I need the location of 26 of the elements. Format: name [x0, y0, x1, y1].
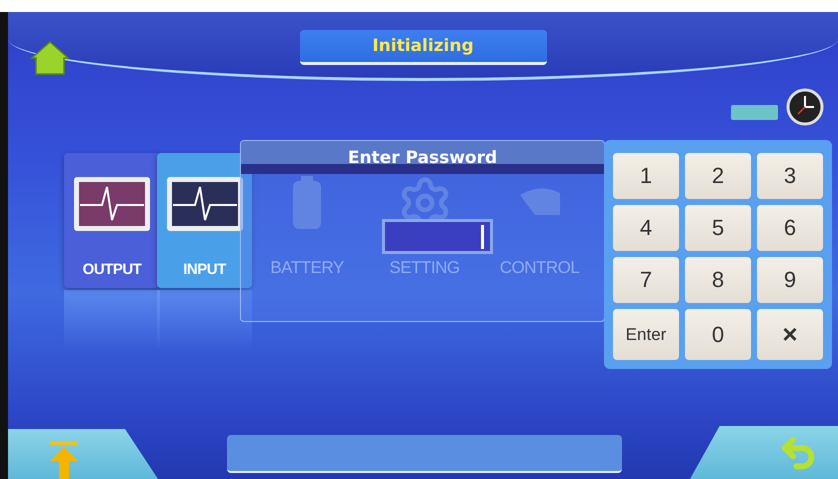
digit-key[interactable]: 7	[613, 257, 679, 303]
clear-key[interactable]: ×	[757, 309, 823, 360]
upload-button[interactable]	[8, 429, 158, 479]
menu-label: BATTERY	[270, 258, 344, 278]
password-field[interactable]	[382, 219, 493, 254]
digit-key[interactable]: 4	[613, 205, 679, 251]
digit-key[interactable]: 3	[757, 153, 823, 199]
digit-key[interactable]: 0	[685, 309, 751, 360]
back-button[interactable]	[690, 426, 838, 479]
battery-icon	[291, 175, 323, 231]
digit-key[interactable]: 6	[757, 205, 823, 251]
digit-key[interactable]: 9	[757, 257, 823, 303]
menu-label: SETTING	[389, 258, 460, 278]
menu-label: CONTROL	[500, 258, 580, 278]
menu-card[interactable]: OUTPUT	[64, 153, 160, 288]
enter-key[interactable]: Enter	[613, 309, 679, 360]
dialog-title: Enter Password	[241, 141, 604, 174]
digit-key[interactable]: 8	[685, 257, 751, 303]
status-indicator	[731, 104, 778, 120]
home-icon[interactable]	[30, 40, 70, 76]
screen-title: Initializing	[300, 30, 546, 65]
digit-key[interactable]: 2	[685, 153, 751, 199]
clock-icon[interactable]	[786, 88, 824, 126]
digit-key[interactable]: 1	[613, 153, 679, 199]
digit-key[interactable]: 5	[685, 205, 751, 251]
arrow-up-to-line-icon	[48, 441, 80, 479]
